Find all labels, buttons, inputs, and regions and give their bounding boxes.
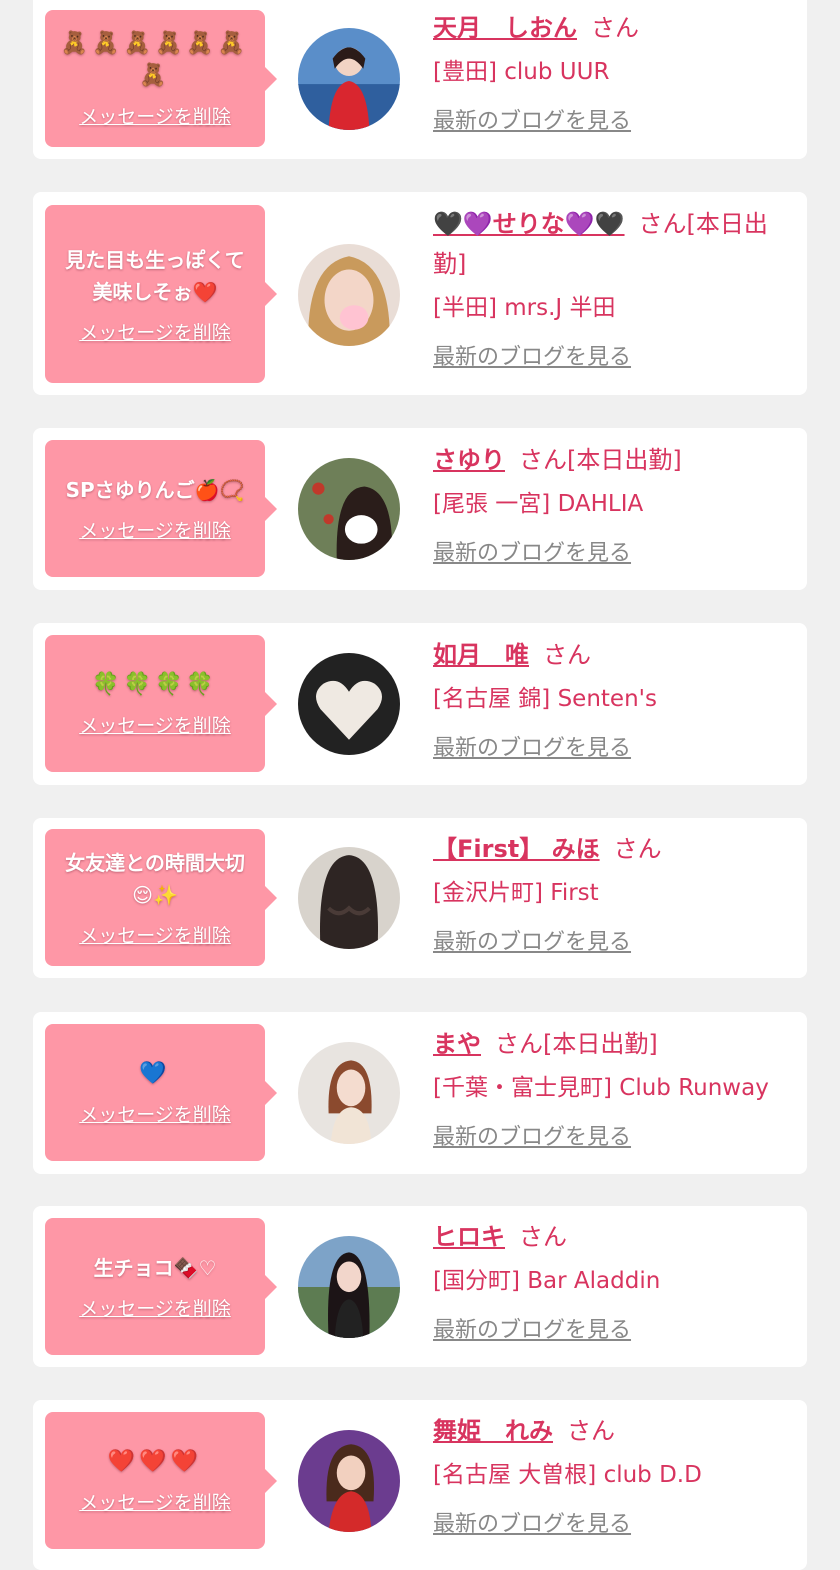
shop-label: [半田] mrs.J 半田 — [433, 295, 616, 321]
cast-name-link[interactable]: 🖤💜せりな💜🖤 — [433, 210, 625, 238]
honorific: さん — [613, 835, 662, 863]
message-bubble: 女友達との時間大切😌✨ メッセージを削除 — [45, 829, 277, 966]
shop-label: [豊田] club UUR — [433, 59, 610, 85]
message-text: ❤️❤️❤️ — [107, 1449, 203, 1474]
shop-label: [金沢片町] First — [433, 880, 599, 906]
message-bubble: 見た目も生っぽくて美味しそぉ❤️ メッセージを削除 — [45, 205, 277, 383]
shop-label: [名古屋 大曽根] club D.D — [433, 1462, 702, 1488]
cast-name-link[interactable]: 如月 唯 — [433, 641, 529, 669]
honorific: さん — [567, 1417, 615, 1445]
cast-info: さゆり さん[本日出勤] [尾張 一宮] DAHLIA 最新のブログを見る — [433, 440, 795, 574]
avatar[interactable] — [298, 847, 400, 949]
delete-message-link[interactable]: メッセージを削除 — [79, 516, 231, 543]
honorific: さん[本日出勤] — [519, 446, 682, 474]
woman-portrait-dark-hair-icon — [298, 458, 400, 560]
woman-portrait-outdoor-icon — [298, 1236, 400, 1338]
message-card: 🍀🍀🍀🍀 メッセージを削除 如月 唯さん [名古屋 錦] Senten's 最新… — [33, 623, 807, 785]
woman-portrait-purple-bg-icon — [298, 1430, 400, 1532]
woman-portrait-light-icon — [298, 1042, 400, 1144]
cast-info: 【First】 みほ さん [金沢片町] First 最新のブログを見る — [433, 829, 795, 963]
latest-blog-link[interactable]: 最新のブログを見る — [433, 534, 795, 574]
message-bubble: ❤️❤️❤️ メッセージを削除 — [45, 1412, 277, 1549]
avatar[interactable] — [298, 1236, 400, 1338]
message-text: 見た目も生っぽくて美味しそぉ❤️ — [65, 247, 245, 304]
latest-blog-link[interactable]: 最新のブログを見る — [433, 923, 795, 963]
woman-portrait-red-dress-icon — [298, 28, 400, 130]
heart-object-photo-icon — [298, 653, 400, 755]
latest-blog-link[interactable]: 最新のブログを見る — [433, 1505, 795, 1545]
latest-blog-link[interactable]: 最新のブログを見る — [433, 338, 795, 378]
message-card: 女友達との時間大切😌✨ メッセージを削除 【First】 みほ さん [金沢片町]… — [33, 818, 807, 978]
message-list: 🧸🧸🧸🧸🧸🧸🧸 メッセージを削除 天月 しおん さん [豊田] club UUR … — [0, 0, 840, 1570]
delete-message-link[interactable]: メッセージを削除 — [79, 1488, 231, 1515]
shop-label: [千葉・富士見町] Club Runway — [433, 1075, 769, 1101]
avatar[interactable] — [298, 244, 400, 346]
delete-message-link[interactable]: メッセージを削除 — [79, 711, 231, 738]
honorific: さん — [543, 641, 591, 669]
cast-name-link[interactable]: まや — [433, 1030, 481, 1058]
cast-name-link[interactable]: さゆり — [433, 446, 505, 474]
avatar[interactable] — [298, 1430, 400, 1532]
shop-label: [国分町] Bar Aladdin — [433, 1268, 661, 1294]
latest-blog-link[interactable]: 最新のブログを見る — [433, 729, 795, 769]
curly-hair-back-photo-icon — [298, 847, 400, 949]
cast-info: 🖤💜せりな💜🖤 さん[本日出勤] [半田] mrs.J 半田 最新のブログを見る — [433, 204, 795, 378]
message-text: 女友達との時間大切😌✨ — [65, 851, 245, 907]
message-text: SPさゆりんご🍎📿 — [65, 478, 245, 502]
message-card: 💙 メッセージを削除 まや さん[本日出勤] [千葉・富士見町] Club Run… — [33, 1012, 807, 1174]
message-text: 🍀🍀🍀🍀 — [92, 672, 218, 697]
latest-blog-link[interactable]: 最新のブログを見る — [433, 1311, 795, 1351]
avatar[interactable] — [298, 1042, 400, 1144]
cast-name-link[interactable]: ヒロキ — [433, 1223, 505, 1251]
avatar[interactable] — [298, 458, 400, 560]
cast-info: ヒロキ さん [国分町] Bar Aladdin 最新のブログを見る — [433, 1217, 795, 1351]
cast-name-link[interactable]: 天月 しおん — [433, 14, 577, 42]
message-text: 🧸🧸🧸🧸🧸🧸🧸 — [60, 31, 250, 88]
delete-message-link[interactable]: メッセージを削除 — [79, 318, 231, 345]
message-bubble: 🧸🧸🧸🧸🧸🧸🧸 メッセージを削除 — [45, 10, 277, 147]
message-bubble: 生チョコ🍫♡ メッセージを削除 — [45, 1218, 277, 1355]
delete-message-link[interactable]: メッセージを削除 — [79, 102, 231, 129]
avatar[interactable] — [298, 653, 400, 755]
latest-blog-link[interactable]: 最新のブログを見る — [433, 1118, 795, 1158]
cast-info: 舞姫 れみ さん [名古屋 大曽根] club D.D 最新のブログを見る — [433, 1411, 795, 1545]
message-card: 見た目も生っぽくて美味しそぉ❤️ メッセージを削除 🖤💜せりな💜🖤 さん[本日出勤… — [33, 192, 807, 395]
message-card: 生チョコ🍫♡ メッセージを削除 ヒロキ さん [国分町] Bar Aladdin … — [33, 1206, 807, 1367]
cast-name-link[interactable]: 【First】 みほ — [433, 835, 600, 863]
message-bubble: 🍀🍀🍀🍀 メッセージを削除 — [45, 635, 277, 772]
honorific: さん[本日出勤] — [495, 1030, 658, 1058]
message-card: ❤️❤️❤️ メッセージを削除 舞姫 れみ さん [名古屋 大曽根] club D… — [33, 1400, 807, 1570]
message-text: 生チョコ🍫♡ — [93, 1256, 217, 1280]
message-text: 💙 — [139, 1061, 171, 1086]
latest-blog-link[interactable]: 最新のブログを見る — [433, 102, 795, 142]
delete-message-link[interactable]: メッセージを削除 — [79, 1100, 231, 1127]
shop-label: [尾張 一宮] DAHLIA — [433, 491, 644, 517]
cast-info: 天月 しおん さん [豊田] club UUR 最新のブログを見る — [433, 8, 795, 142]
cast-name-link[interactable]: 舞姫 れみ — [433, 1417, 553, 1445]
delete-message-link[interactable]: メッセージを削除 — [79, 921, 231, 948]
woman-portrait-blonde-icon — [298, 244, 400, 346]
honorific: さん — [591, 14, 639, 42]
message-card: SPさゆりんご🍎📿 メッセージを削除 さゆり さん[本日出勤] [尾張 一宮] D… — [33, 428, 807, 590]
cast-info: まや さん[本日出勤] [千葉・富士見町] Club Runway 最新のブログを… — [433, 1024, 795, 1158]
message-card: 🧸🧸🧸🧸🧸🧸🧸 メッセージを削除 天月 しおん さん [豊田] club UUR … — [33, 0, 807, 159]
avatar[interactable] — [298, 28, 400, 130]
delete-message-link[interactable]: メッセージを削除 — [79, 1294, 231, 1321]
message-bubble: 💙 メッセージを削除 — [45, 1024, 277, 1161]
cast-info: 如月 唯さん [名古屋 錦] Senten's 最新のブログを見る — [433, 635, 795, 769]
honorific: さん — [519, 1223, 567, 1251]
message-bubble: SPさゆりんご🍎📿 メッセージを削除 — [45, 440, 277, 577]
shop-label: [名古屋 錦] Senten's — [433, 686, 657, 712]
